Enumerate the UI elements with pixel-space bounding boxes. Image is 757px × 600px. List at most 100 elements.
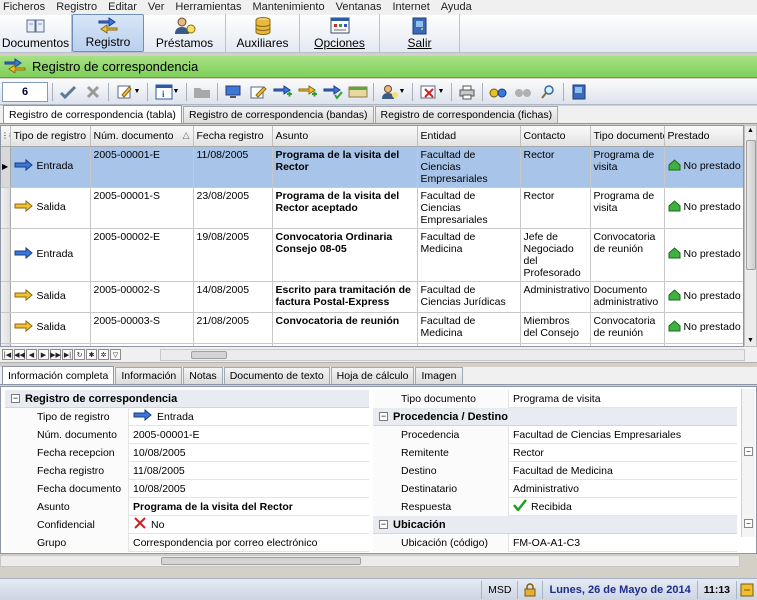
monitor-icon[interactable] (222, 82, 244, 102)
salir-button[interactable]: Salir (380, 14, 460, 52)
menu-ver[interactable]: Ver (148, 1, 165, 14)
refresh-icon[interactable]: ↻ (74, 349, 85, 360)
table-row[interactable]: Salida 2005-00002-S 14/08/2005 Escrito para… (1, 281, 743, 313)
menu-internet[interactable]: Internet (392, 1, 429, 14)
menu-ayuda[interactable]: Ayuda (441, 1, 472, 14)
next-record-icon[interactable]: ▶ (38, 349, 49, 360)
check-entry-icon[interactable] (322, 82, 344, 102)
delete-icon[interactable]: ✲ (98, 349, 109, 360)
magnifier-icon[interactable] (537, 82, 559, 102)
printer-icon[interactable] (456, 82, 478, 102)
section-ubicacion[interactable]: − Ubicación (373, 516, 737, 534)
grid-horizontal-scrollbar[interactable] (160, 349, 745, 361)
cell-fecha: 23/08/2005 (193, 187, 273, 229)
first-page-icon[interactable]: |◀ (2, 349, 13, 360)
table-row[interactable]: Entrada 2005-00002-E 19/08/2005 Convocatori… (1, 228, 743, 282)
tab-info-completa[interactable]: Información completa (2, 366, 115, 384)
menu-registro[interactable]: Registro (56, 1, 97, 14)
loan-person-icon[interactable]: ▼ (378, 82, 408, 102)
table-row[interactable]: Salida 2005-00003-S 21/08/2005 Convocatoria… (1, 312, 743, 344)
col-entidad[interactable]: Entidad (417, 126, 521, 147)
find-next-icon[interactable] (512, 82, 534, 102)
cell-num: 2005-00001-E (90, 146, 194, 188)
cell-prestado: No prestado (664, 312, 743, 344)
grid-hscroll-thumb[interactable] (191, 351, 227, 359)
cell-tipo: Salida (10, 312, 91, 344)
table-row[interactable]: ▶ Entrada 2005-00001-E 11/08/2005 Programa d… (1, 146, 743, 188)
check-stamp-icon[interactable] (57, 82, 79, 102)
opciones-button[interactable]: Opciones (300, 14, 380, 52)
col-contacto[interactable]: Contacto (520, 126, 591, 147)
tab-bandas[interactable]: Registro de correspondencia (bandas) (182, 106, 374, 123)
prev-record-icon[interactable]: ◀ (26, 349, 37, 360)
delete-x-icon[interactable] (82, 82, 104, 102)
cell-fecha: 19/08/2005 (193, 228, 273, 282)
detail-horizontal-scrollbar[interactable] (0, 555, 740, 567)
status-bar: MSD Lunes, 26 de Mayo de 2014 11:13 (0, 578, 757, 600)
auxiliares-button[interactable]: Auxiliares (226, 14, 300, 52)
section-registro[interactable]: − Registro de correspondencia (5, 390, 369, 408)
exit-icon[interactable] (568, 82, 590, 102)
row-indicator[interactable]: ▶ (1, 146, 11, 188)
tab-hoja-calculo[interactable]: Hoja de cálculo (330, 367, 415, 384)
detail-vertical-scrollbar[interactable]: − − (741, 389, 755, 537)
section-procedencia[interactable]: − Procedencia / Destino (373, 408, 737, 426)
cell-entidad: Facultad de Ciencias Empresariales (417, 146, 521, 188)
tab-tabla[interactable]: Registro de correspondencia (tabla) (3, 105, 182, 123)
edit-form-icon[interactable]: ▼ (113, 82, 143, 102)
add-entry-icon[interactable] (272, 82, 294, 102)
salida-arrow-icon (14, 199, 34, 216)
cell-fecha: 14/08/2005 (193, 281, 273, 313)
next-page-icon[interactable]: ▶▶ (50, 349, 61, 360)
col-tipodoc[interactable]: Tipo documento (590, 126, 665, 147)
menu-mantenimiento[interactable]: Mantenimiento (252, 1, 324, 14)
grid-scroll-thumb[interactable] (746, 140, 756, 270)
detail-row-grupo: Grupo Correspondencia por correo electrón… (5, 533, 369, 552)
tab-fichas[interactable]: Registro de correspondencia (fichas) (374, 106, 559, 123)
row-indicator[interactable] (1, 281, 11, 313)
cell-tipodoc: Programa de visita (590, 187, 665, 229)
tab-documento-texto[interactable]: Documento de texto (223, 367, 330, 384)
cell-num: 2005-00002-E (90, 228, 194, 282)
filter-icon[interactable]: ▽ (110, 349, 121, 360)
tab-notas[interactable]: Notas (183, 367, 223, 384)
folder-icon[interactable] (191, 82, 213, 102)
collapse-icon[interactable]: − (11, 394, 20, 403)
row-indicator[interactable] (1, 228, 11, 282)
edit-pencil-icon[interactable] (247, 82, 269, 102)
prev-page-icon[interactable]: ◀◀ (14, 349, 25, 360)
binoculars-icon[interactable] (487, 82, 509, 102)
menu-herramientas[interactable]: Herramientas (175, 1, 241, 14)
cell-fecha: 21/08/2005 (193, 312, 273, 344)
column-chooser-icon[interactable]: ⋮≡ (1, 126, 11, 147)
grid-vertical-scrollbar[interactable]: ▲ ▼ (744, 125, 757, 347)
registro-button[interactable]: Registro (72, 14, 144, 52)
col-asunto[interactable]: Asunto (272, 126, 418, 147)
table-row[interactable]: Salida 2005-00001-S 23/08/2005 Programa de … (1, 187, 743, 229)
cell-asunto: Convocatoria de reunión (272, 312, 418, 344)
menu-ficheros[interactable]: Ficheros (3, 1, 45, 14)
detail-hscroll-thumb[interactable] (161, 557, 361, 565)
tab-informacion[interactable]: Información (115, 367, 183, 384)
tab-imagen[interactable]: Imagen (415, 367, 463, 384)
info-icon[interactable]: i ▼ (152, 82, 182, 102)
add-exit-icon[interactable] (297, 82, 319, 102)
insert-icon[interactable]: ✱ (86, 349, 97, 360)
col-fecha[interactable]: Fecha registro (193, 126, 273, 147)
col-prestado[interactable]: Prestado (664, 126, 743, 147)
row-indicator[interactable] (1, 187, 11, 229)
col-num[interactable]: Núm. documento △ (90, 126, 194, 147)
remove-record-icon[interactable]: ▼ (417, 82, 447, 102)
documentos-button[interactable]: Documentos (0, 14, 72, 52)
detail-panel: − Registro de correspondencia Tipo de reg… (0, 386, 757, 554)
collapse-icon[interactable]: − (379, 520, 388, 529)
detail-row-frecepcion: Fecha recepcion 10/08/2005 (5, 443, 369, 462)
row-indicator[interactable] (1, 312, 11, 344)
last-page-icon[interactable]: ▶| (62, 349, 73, 360)
collapse-icon[interactable]: − (379, 412, 388, 421)
menu-ventanas[interactable]: Ventanas (336, 1, 382, 14)
prestamos-button[interactable]: Préstamos (144, 14, 226, 52)
col-tipo[interactable]: Tipo de registro (10, 126, 91, 147)
menu-editar[interactable]: Editar (108, 1, 137, 14)
tray-icon[interactable] (347, 82, 369, 102)
